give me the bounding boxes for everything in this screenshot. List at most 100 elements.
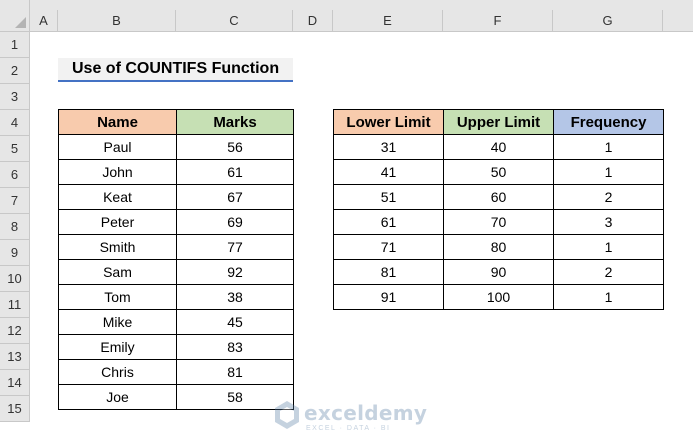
lower-limit-cell[interactable]: 51 (333, 184, 444, 210)
marks-cell[interactable]: 92 (176, 259, 294, 285)
marks-cell[interactable]: 69 (176, 209, 294, 235)
row-header-5[interactable]: 5 (0, 136, 30, 162)
upper-limit-cell[interactable]: 90 (443, 259, 554, 285)
lower-limit-cell[interactable]: 71 (333, 234, 444, 260)
column-header-g[interactable]: G (553, 10, 663, 32)
table-row: Keat 67 (58, 184, 294, 210)
frequency-header-cell[interactable]: Frequency (553, 109, 664, 135)
sheet-title[interactable]: Use of COUNTIFS Function (58, 58, 293, 82)
upper-limit-cell[interactable]: 60 (443, 184, 554, 210)
marks-cell[interactable]: 61 (176, 159, 294, 185)
name-cell[interactable]: Mike (58, 309, 177, 335)
frequency-cell[interactable]: 1 (553, 234, 664, 260)
name-cell[interactable]: Joe (58, 384, 177, 410)
name-cell[interactable]: Tom (58, 284, 177, 310)
frequency-cell[interactable]: 2 (553, 259, 664, 285)
lower-limit-cell[interactable]: 81 (333, 259, 444, 285)
marks-header-row: Name Marks (58, 109, 294, 135)
marks-cell[interactable]: 56 (176, 134, 294, 160)
upper-limit-cell[interactable]: 100 (443, 284, 554, 310)
table-row: 51 60 2 (333, 184, 664, 210)
row-header-6[interactable]: 6 (0, 162, 30, 188)
table-row: Paul 56 (58, 134, 294, 160)
frequency-cell[interactable]: 3 (553, 209, 664, 235)
column-header-e[interactable]: E (333, 10, 443, 32)
row-header-3[interactable]: 3 (0, 84, 30, 110)
table-row: 41 50 1 (333, 159, 664, 185)
row-header-15[interactable]: 15 (0, 396, 30, 422)
name-cell[interactable]: Sam (58, 259, 177, 285)
frequency-cell[interactable]: 2 (553, 184, 664, 210)
table-row: 31 40 1 (333, 134, 664, 160)
exceldemy-logo-icon (275, 401, 299, 429)
top-strip (30, 0, 693, 10)
table-row: Chris 81 (58, 359, 294, 385)
table-row: Tom 38 (58, 284, 294, 310)
upper-limit-cell[interactable]: 50 (443, 159, 554, 185)
table-row: Peter 69 (58, 209, 294, 235)
column-header-b[interactable]: B (58, 10, 176, 32)
row-header-2[interactable]: 2 (0, 58, 30, 84)
name-cell[interactable]: Paul (58, 134, 177, 160)
frequency-cell[interactable]: 1 (553, 159, 664, 185)
table-row: 91 100 1 (333, 284, 664, 310)
table-row: Sam 92 (58, 259, 294, 285)
lower-limit-cell[interactable]: 41 (333, 159, 444, 185)
row-header-13[interactable]: 13 (0, 344, 30, 370)
marks-cell[interactable]: 38 (176, 284, 294, 310)
name-cell[interactable]: Peter (58, 209, 177, 235)
frequency-cell[interactable]: 1 (553, 134, 664, 160)
marks-cell[interactable]: 67 (176, 184, 294, 210)
row-header-12[interactable]: 12 (0, 318, 30, 344)
name-cell[interactable]: John (58, 159, 177, 185)
spreadsheet-grid: A B C D E F G 1 2 3 4 5 6 7 8 9 10 11 12… (0, 0, 693, 448)
upper-limit-header-cell[interactable]: Upper Limit (443, 109, 554, 135)
watermark-name: exceldemy (304, 401, 428, 425)
name-cell[interactable]: Keat (58, 184, 177, 210)
upper-limit-cell[interactable]: 40 (443, 134, 554, 160)
table-row: 61 70 3 (333, 209, 664, 235)
watermark-tagline: EXCEL · DATA · BI (306, 425, 391, 432)
name-cell[interactable]: Emily (58, 334, 177, 360)
select-all-corner[interactable] (0, 0, 30, 32)
row-header-14[interactable]: 14 (0, 370, 30, 396)
lower-limit-header-cell[interactable]: Lower Limit (333, 109, 444, 135)
column-header-c[interactable]: C (176, 10, 293, 32)
lower-limit-cell[interactable]: 61 (333, 209, 444, 235)
column-header-a[interactable]: A (30, 10, 58, 32)
lower-limit-cell[interactable]: 31 (333, 134, 444, 160)
marks-table: Name Marks Paul 56 John 61 Keat 67 Peter 69 … (58, 109, 294, 410)
frequency-cell[interactable]: 1 (553, 284, 664, 310)
marks-header-cell[interactable]: Marks (176, 109, 294, 135)
name-cell[interactable]: Smith (58, 234, 177, 260)
table-row: Smith 77 (58, 234, 294, 260)
table-row: Emily 83 (58, 334, 294, 360)
table-row: 81 90 2 (333, 259, 664, 285)
table-row: Mike 45 (58, 309, 294, 335)
name-cell[interactable]: Chris (58, 359, 177, 385)
frequency-table: Lower Limit Upper Limit Frequency 31 40 1 … (333, 109, 664, 310)
row-header-11[interactable]: 11 (0, 292, 30, 318)
row-header-8[interactable]: 8 (0, 214, 30, 240)
column-header-d[interactable]: D (293, 10, 333, 32)
marks-cell[interactable]: 83 (176, 334, 294, 360)
frequency-header-row: Lower Limit Upper Limit Frequency (333, 109, 664, 135)
row-header-7[interactable]: 7 (0, 188, 30, 214)
row-header-10[interactable]: 10 (0, 266, 30, 292)
exceldemy-watermark: exceldemy EXCEL · DATA · BI (274, 400, 428, 436)
row-header-9[interactable]: 9 (0, 240, 30, 266)
select-all-icon (15, 17, 26, 28)
table-row: 71 80 1 (333, 234, 664, 260)
upper-limit-cell[interactable]: 80 (443, 234, 554, 260)
row-header-1[interactable]: 1 (0, 32, 30, 58)
column-header-f[interactable]: F (443, 10, 553, 32)
table-row: John 61 (58, 159, 294, 185)
row-header-4[interactable]: 4 (0, 110, 30, 136)
lower-limit-cell[interactable]: 91 (333, 284, 444, 310)
marks-cell[interactable]: 77 (176, 234, 294, 260)
upper-limit-cell[interactable]: 70 (443, 209, 554, 235)
marks-cell[interactable]: 81 (176, 359, 294, 385)
marks-cell[interactable]: 45 (176, 309, 294, 335)
column-header-h[interactable] (663, 10, 693, 32)
name-header-cell[interactable]: Name (58, 109, 177, 135)
